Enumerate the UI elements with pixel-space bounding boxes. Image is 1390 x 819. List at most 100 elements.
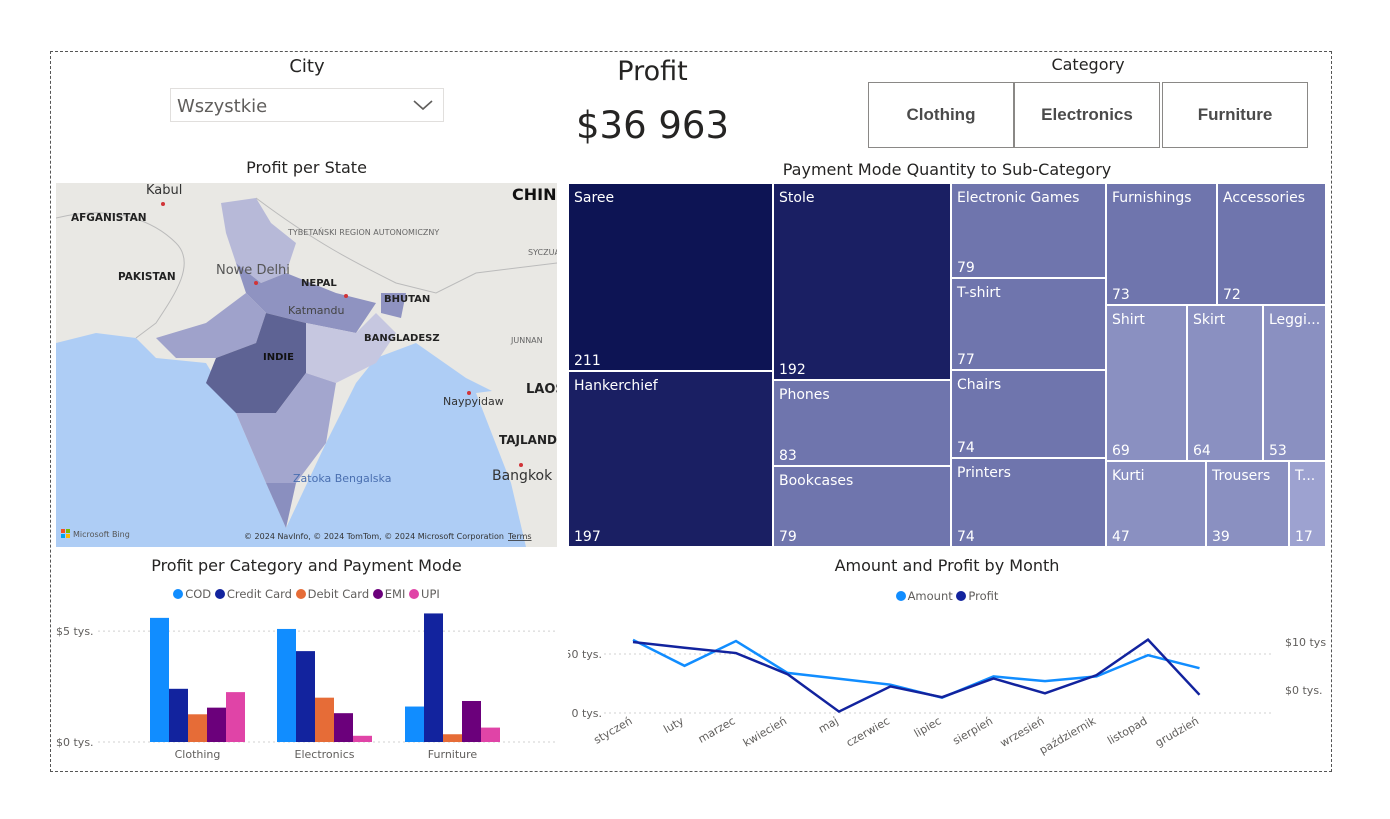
map-label-kabul: Kabul bbox=[146, 183, 182, 198]
treemap-tile-label: Bookcases bbox=[779, 473, 854, 489]
map-label-bay: Zatoka Bengalska bbox=[293, 472, 391, 485]
treemap-tile[interactable]: Hankerchief 197 bbox=[568, 371, 773, 547]
city-dropdown-value: Wszystkie bbox=[177, 96, 268, 117]
legend-label: EMI bbox=[384, 587, 406, 601]
treemap-tile[interactable]: Stole 192 bbox=[773, 183, 951, 380]
treemap-tile-label: Accessories bbox=[1223, 190, 1306, 206]
y-tick-label: $5 tys. bbox=[56, 625, 94, 638]
treemap-tile-label: Electronic Games bbox=[957, 190, 1080, 206]
treemap-tile[interactable]: Bookcases 79 bbox=[773, 466, 951, 547]
category-button-clothing[interactable]: Clothing bbox=[868, 82, 1014, 148]
map-label-bhutan: BHUTAN bbox=[384, 294, 430, 305]
treemap-tile[interactable]: Kurti 47 bbox=[1106, 461, 1206, 547]
map-label-naypyidaw: Naypyidaw bbox=[443, 395, 504, 408]
legend-label: Credit Card bbox=[226, 587, 292, 601]
legend-item-cod[interactable]: COD bbox=[173, 587, 211, 601]
bar[interactable] bbox=[296, 651, 315, 742]
bar[interactable] bbox=[353, 735, 372, 742]
map-label-bangladesh: BANGLADESZ bbox=[364, 333, 440, 344]
treemap-tile[interactable]: Chairs 74 bbox=[951, 370, 1106, 458]
treemap-tile-value: 17 bbox=[1295, 529, 1313, 545]
bar-chart-title: Profit per Category and Payment Mode bbox=[151, 556, 462, 575]
treemap-tile-value: 72 bbox=[1223, 287, 1241, 303]
treemap-tile-label: Leggi... bbox=[1269, 312, 1321, 328]
treemap-title: Payment Mode Quantity to Sub-Category bbox=[782, 160, 1112, 179]
kpi-value: $36 963 bbox=[575, 104, 729, 147]
bar[interactable] bbox=[226, 692, 245, 742]
category-button-furniture[interactable]: Furniture bbox=[1162, 82, 1308, 148]
bar-chart: $0 tys. $5 tys. Clothing Electronics Furnitu… bbox=[56, 613, 557, 761]
profit-map[interactable]: Kabul AFGANISTAN PAKISTAN Nowe Delhi TYB… bbox=[56, 183, 557, 547]
legend-item-amount[interactable]: Amount bbox=[895, 589, 953, 603]
treemap-tile[interactable]: T... 17 bbox=[1289, 461, 1326, 547]
x-tick-label: listopad bbox=[1105, 714, 1149, 747]
map-label-delhi: Nowe Delhi bbox=[216, 263, 290, 278]
treemap-tile[interactable]: Saree 211 bbox=[568, 183, 773, 371]
treemap-tile[interactable]: Skirt 64 bbox=[1187, 305, 1263, 461]
profit-line[interactable] bbox=[632, 637, 1201, 714]
legend-marker bbox=[214, 589, 225, 599]
x-tick-label: Clothing bbox=[175, 748, 221, 761]
treemap-tile[interactable]: Accessories 72 bbox=[1217, 183, 1326, 305]
city-slicer-title: City bbox=[289, 56, 325, 77]
amount-line[interactable] bbox=[632, 638, 1200, 699]
bar[interactable] bbox=[334, 713, 353, 742]
treemap-tile[interactable]: Phones 83 bbox=[773, 380, 951, 466]
treemap-tile[interactable]: Leggi... 53 bbox=[1263, 305, 1326, 461]
bar[interactable] bbox=[277, 628, 296, 742]
map-terms-link[interactable]: Terms bbox=[507, 532, 532, 541]
bar[interactable] bbox=[405, 706, 424, 742]
treemap-tile[interactable]: Electronic Games 79 bbox=[951, 183, 1106, 278]
legend-item-emi[interactable]: EMI bbox=[372, 587, 406, 601]
legend-label: COD bbox=[185, 587, 212, 601]
x-tick-label: październik bbox=[1037, 714, 1098, 757]
map-label-yunnan: JUNNAN bbox=[510, 336, 543, 345]
treemap-tile-label: T-shirt bbox=[957, 285, 1001, 301]
treemap-tile[interactable]: Printers 74 bbox=[951, 458, 1106, 547]
treemap-tile[interactable]: Shirt 69 bbox=[1106, 305, 1187, 461]
kpi-title: Profit bbox=[617, 56, 688, 87]
bar[interactable] bbox=[150, 617, 169, 742]
legend-item-debit-card[interactable]: Debit Card bbox=[295, 587, 369, 601]
bar[interactable] bbox=[207, 707, 226, 742]
treemap: Saree 211 Hankerchief 197 Stole 192 Phones 83 Bo… bbox=[568, 183, 1326, 547]
x-tick-label: Furniture bbox=[428, 748, 478, 761]
treemap-tile[interactable]: Trousers 39 bbox=[1206, 461, 1289, 547]
bar-chart-legend: COD Credit Card Debit Card EMI UPI bbox=[56, 587, 557, 601]
legend-item-upi[interactable]: UPI bbox=[409, 587, 440, 601]
map-label-thailand: TAJLANDIA bbox=[499, 433, 557, 447]
legend-item-credit-card[interactable]: Credit Card bbox=[214, 587, 292, 601]
y-right-tick-label: $0 tys. bbox=[1285, 684, 1323, 697]
bar[interactable] bbox=[462, 700, 481, 742]
bar[interactable] bbox=[443, 734, 462, 742]
line-chart: 0 tys.50 tys.$0 tys.$10 tys.styczeń luty m… bbox=[568, 636, 1326, 757]
y-left-tick-label: 0 tys. bbox=[571, 707, 602, 720]
map-label-tibet: TYBETAŃSKI REGION AUTONOMICZNY bbox=[287, 226, 439, 237]
bing-logo: Microsoft Bing bbox=[73, 530, 130, 539]
treemap-tile[interactable]: T-shirt 77 bbox=[951, 278, 1106, 370]
x-tick-label: marzec bbox=[696, 714, 738, 746]
x-tick-label: maj bbox=[816, 714, 840, 736]
y-left-tick-label: 50 tys. bbox=[568, 648, 602, 661]
treemap-tile[interactable]: Furnishings 73 bbox=[1106, 183, 1217, 305]
x-tick-label: Electronics bbox=[295, 748, 355, 761]
legend-item-profit[interactable]: Profit bbox=[956, 589, 998, 603]
treemap-tile-value: 69 bbox=[1112, 443, 1130, 459]
legend-marker bbox=[295, 589, 306, 599]
map-label-bangkok: Bangkok bbox=[492, 468, 553, 484]
bar[interactable] bbox=[424, 613, 443, 742]
bar[interactable] bbox=[315, 697, 334, 742]
x-tick-label: czerwiec bbox=[844, 714, 892, 749]
line-chart-title: Amount and Profit by Month bbox=[834, 556, 1060, 575]
bar[interactable] bbox=[188, 714, 207, 742]
chevron-down-icon bbox=[413, 100, 433, 111]
map-label-laos: LAOS bbox=[526, 382, 557, 397]
treemap-tile-label: Phones bbox=[779, 387, 830, 403]
category-button-electronics[interactable]: Electronics bbox=[1014, 82, 1160, 148]
city-dropdown[interactable]: Wszystkie bbox=[170, 88, 444, 122]
map-label-nepal: NEPAL bbox=[301, 278, 337, 289]
bar[interactable] bbox=[481, 727, 500, 742]
map-label-szczu: SYCZUA bbox=[528, 248, 557, 257]
treemap-tile-value: 73 bbox=[1112, 287, 1130, 303]
bar[interactable] bbox=[169, 688, 188, 742]
